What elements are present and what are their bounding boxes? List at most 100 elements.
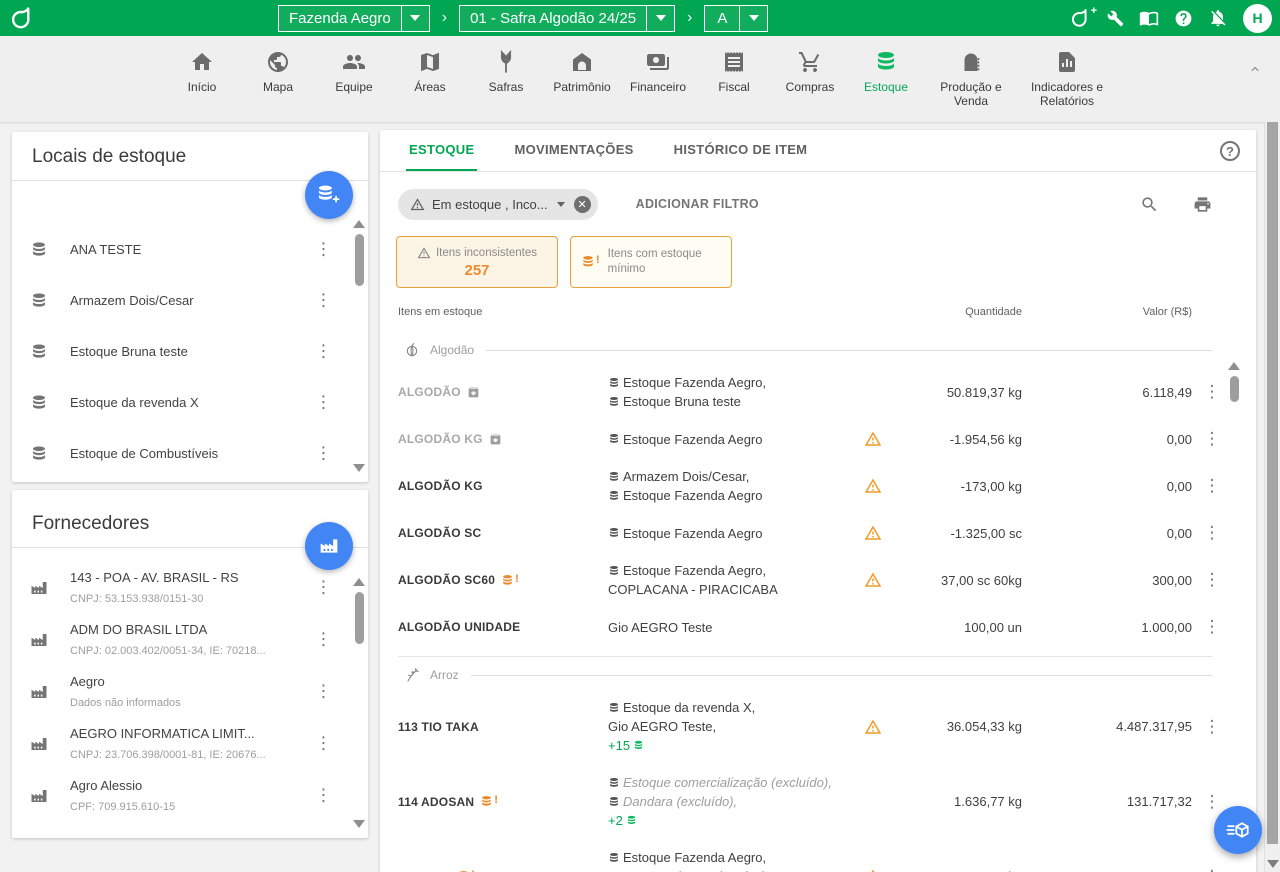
more-options-icon[interactable]: ⋮ <box>1192 429 1232 449</box>
notifications-off-icon[interactable] <box>1208 8 1228 28</box>
more-options-icon[interactable]: ⋮ <box>1192 570 1232 590</box>
chevron-down-icon[interactable] <box>557 202 565 207</box>
supplier-item[interactable]: AegroDados não informados⋮ <box>12 666 368 718</box>
plot-selector-caret[interactable] <box>739 6 767 31</box>
more-options-icon[interactable]: ⋮ <box>315 241 332 258</box>
nav-estoque[interactable]: Estoque <box>855 50 917 94</box>
supplier-item[interactable]: Agro AlessioCPF: 709.915.610-15⋮ <box>12 770 368 822</box>
divider <box>486 350 1212 351</box>
nav-mapa[interactable]: Mapa <box>247 50 309 94</box>
stock-location-item[interactable]: Estoque Bruna teste⋮ <box>12 326 368 377</box>
scrollbar-thumb[interactable] <box>1267 122 1278 844</box>
scroll-up-icon[interactable] <box>1228 362 1240 370</box>
more-options-icon[interactable]: ⋮ <box>1192 717 1232 737</box>
more-options-icon[interactable]: ⋮ <box>1192 617 1232 637</box>
scrollbar-thumb[interactable] <box>355 592 364 644</box>
help-icon[interactable] <box>1174 9 1193 28</box>
scroll-up-icon[interactable] <box>353 220 365 228</box>
more-options-icon[interactable]: ⋮ <box>1192 523 1232 543</box>
stock-item-row[interactable]: ADOSAN! Estoque Fazenda Aegro, Estoque d… <box>380 839 1256 872</box>
nav-fiscal[interactable]: Fiscal <box>703 50 765 94</box>
panel-help-icon[interactable]: ? <box>1220 141 1240 161</box>
stock-location-item[interactable]: Estoque da revenda X⋮ <box>12 377 368 428</box>
stock-item-row[interactable]: ALGODÃO Estoque Fazenda Aegro, Estoque B… <box>380 364 1256 420</box>
stock-location-item[interactable]: ANA TESTE⋮ <box>12 224 368 275</box>
more-options-icon[interactable]: ⋮ <box>315 788 332 805</box>
stock-main-panel: ESTOQUE MOVIMENTAÇÕES HISTÓRICO DE ITEM … <box>380 130 1256 872</box>
more-options-icon[interactable]: ⋮ <box>315 445 332 462</box>
stock-item-row[interactable]: ALGODÃO KG Estoque Fazenda Aegro -1.954,… <box>380 420 1256 458</box>
scroll-down-icon[interactable] <box>1267 860 1279 868</box>
active-filter-chip[interactable]: Em estoque , Inco... ✕ <box>398 189 598 220</box>
farm-selector[interactable]: Fazenda Aegro <box>278 5 430 32</box>
more-options-icon[interactable]: ⋮ <box>315 580 332 597</box>
more-options-icon[interactable]: ⋮ <box>315 684 332 701</box>
more-locations-link[interactable]: +2 <box>608 811 864 830</box>
nav-areas[interactable]: Áreas <box>399 50 461 94</box>
nav-producao-venda[interactable]: Produção e Venda <box>931 50 1011 108</box>
avatar[interactable]: H <box>1243 4 1272 33</box>
more-options-icon[interactable]: ⋮ <box>315 632 332 649</box>
more-options-icon[interactable]: ⋮ <box>315 292 332 309</box>
new-stock-movement-button[interactable] <box>1214 806 1262 854</box>
stock-item-row[interactable]: 113 TIO TAKA Estoque da revenda X, Gio A… <box>380 689 1256 764</box>
add-filter-button[interactable]: ADICIONAR FILTRO <box>636 197 759 211</box>
tab-movimentacoes[interactable]: MOVIMENTAÇÕES <box>511 130 636 171</box>
stock-item-row[interactable]: 114 ADOSAN! Estoque comercialização (exc… <box>380 764 1256 839</box>
season-selector[interactable]: 01 - Safra Algodão 24/25 <box>459 5 675 32</box>
collapse-nav-icon[interactable] <box>1248 62 1262 76</box>
add-supplier-button[interactable] <box>305 522 353 570</box>
page-scrollbar[interactable] <box>1264 122 1280 872</box>
aegro-logo-icon[interactable] <box>12 6 36 30</box>
more-options-icon[interactable]: ⋮ <box>315 394 332 411</box>
database-icon <box>608 396 620 408</box>
nav-inicio[interactable]: Início <box>171 50 233 94</box>
season-selector-caret[interactable] <box>646 6 674 31</box>
supplier-item[interactable]: AEGRO INFORMATICA LIMIT...CNPJ: 23.706.3… <box>12 718 368 770</box>
nav-compras[interactable]: Compras <box>779 50 841 94</box>
scroll-down-icon[interactable] <box>353 820 365 828</box>
stock-location-item[interactable]: Estoque de Combustíveis⋮ <box>12 428 368 479</box>
stock-item-row[interactable]: ALGODÃO SC60! Estoque Fazenda Aegro, COP… <box>380 552 1256 608</box>
filter-bar: Em estoque , Inco... ✕ ADICIONAR FILTRO <box>380 172 1256 236</box>
more-options-icon[interactable]: ⋮ <box>1192 382 1232 402</box>
supplier-item[interactable]: ADM DO BRASIL LTDACNPJ: 02.003.402/0051-… <box>12 614 368 666</box>
more-options-icon[interactable]: ⋮ <box>1192 867 1232 872</box>
more-options-icon[interactable]: ⋮ <box>315 343 332 360</box>
nav-label: Fiscal <box>718 80 749 94</box>
search-icon[interactable] <box>1140 195 1159 214</box>
tools-icon[interactable] <box>1107 10 1124 27</box>
stock-item-row[interactable]: ALGODÃO UNIDADE Gio AEGRO Teste 100,00 u… <box>380 608 1256 646</box>
knowledge-book-icon[interactable] <box>1139 8 1159 28</box>
farm-selector-caret[interactable] <box>401 6 429 31</box>
nav-indicadores[interactable]: Indicadores e Relatórios <box>1025 50 1109 108</box>
more-options-icon[interactable]: ⋮ <box>1192 476 1232 496</box>
clear-filter-icon[interactable]: ✕ <box>574 196 591 213</box>
scrollbar-thumb[interactable] <box>1230 376 1239 402</box>
scroll-up-icon[interactable] <box>353 578 365 586</box>
scrollbar-thumb[interactable] <box>355 234 364 286</box>
tab-estoque[interactable]: ESTOQUE <box>406 130 477 171</box>
tab-historico-de-item[interactable]: HISTÓRICO DE ITEM <box>671 130 811 171</box>
scroll-down-icon[interactable] <box>353 464 365 472</box>
suppliers-scrollbar[interactable] <box>353 578 365 828</box>
inconsistent-items-card[interactable]: Itens inconsistentes 257 <box>396 236 558 288</box>
stock-item-row[interactable]: ALGODÃO SC Estoque Fazenda Aegro -1.325,… <box>380 514 1256 552</box>
nav-safras[interactable]: Safras <box>475 50 537 94</box>
minimum-stock-card[interactable]: ! Itens com estoque mínimo <box>570 236 732 288</box>
more-locations-link[interactable]: +15 <box>608 736 864 755</box>
items-table-scrollbar[interactable] <box>1228 362 1240 872</box>
stock-locations-scrollbar[interactable] <box>353 220 365 472</box>
table-header: Itens em estoque Quantidade Valor (R$) <box>380 302 1256 332</box>
nav-patrimonio[interactable]: Patrimônio <box>551 50 613 94</box>
nav-equipe[interactable]: Equipe <box>323 50 385 94</box>
add-stock-location-button[interactable] <box>305 171 353 219</box>
add-farm-icon[interactable]: + <box>1072 8 1092 28</box>
supplier-item[interactable]: 143 - POA - AV. BRASIL - RSCNPJ: 53.153.… <box>12 562 368 614</box>
plot-selector[interactable]: A <box>704 5 768 32</box>
stock-item-row[interactable]: ALGODÃO KG Armazem Dois/Cesar, Estoque F… <box>380 458 1256 514</box>
more-options-icon[interactable]: ⋮ <box>315 736 332 753</box>
stock-location-item[interactable]: Armazem Dois/Cesar⋮ <box>12 275 368 326</box>
nav-financeiro[interactable]: Financeiro <box>627 50 689 94</box>
print-icon[interactable] <box>1193 195 1212 214</box>
